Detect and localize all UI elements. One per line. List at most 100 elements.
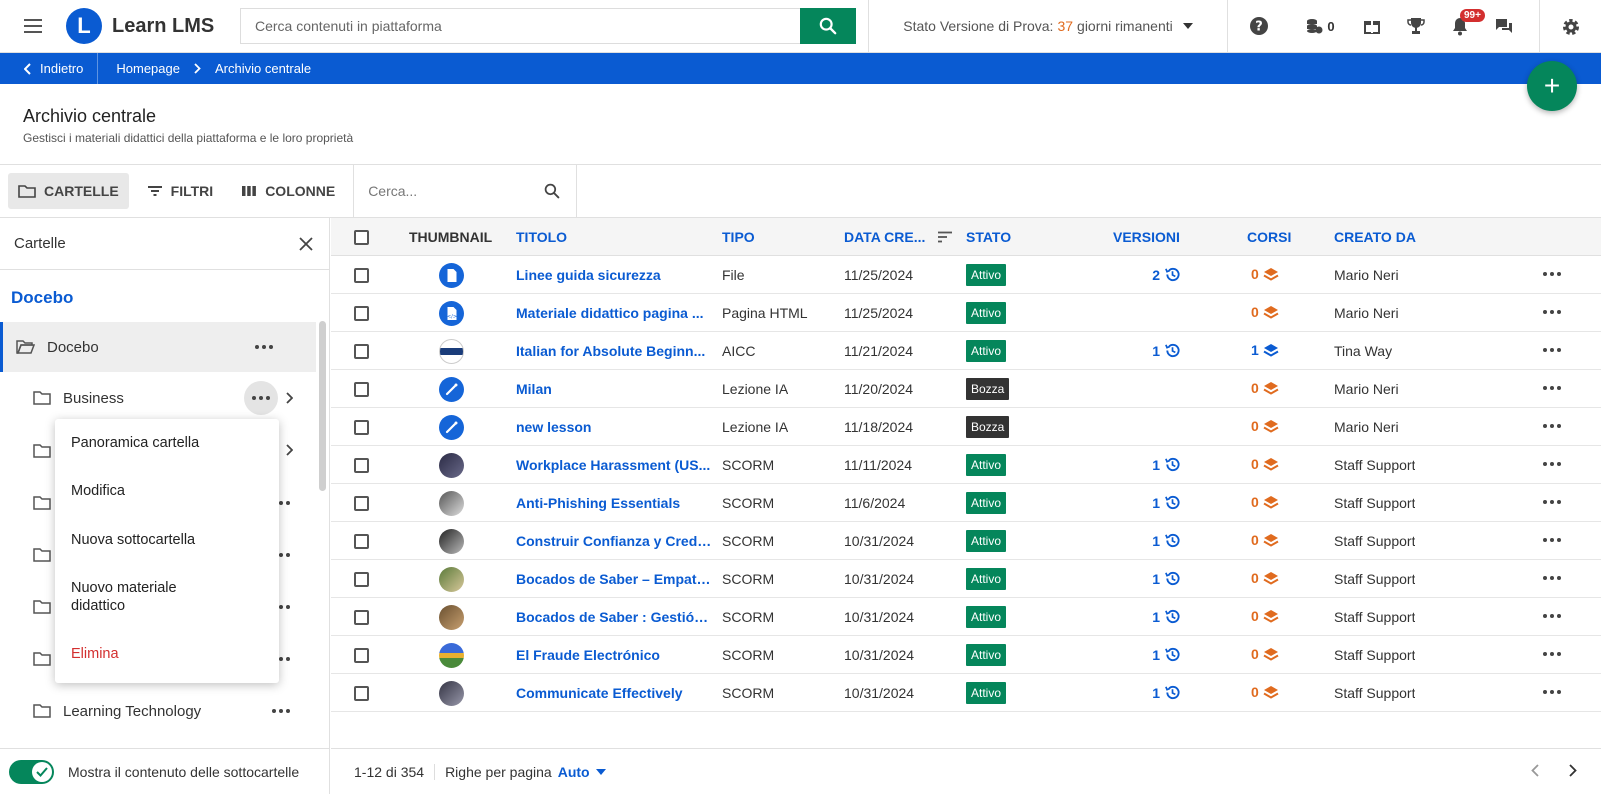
trophy-icon[interactable] — [1394, 0, 1438, 53]
courses-cell[interactable]: 0 — [1251, 304, 1279, 320]
column-type[interactable]: TIPO — [722, 229, 755, 245]
versions-cell[interactable]: 1 — [1152, 646, 1181, 663]
menu-item-delete[interactable]: Elimina — [71, 645, 261, 663]
chat-icon[interactable] — [1482, 0, 1526, 53]
help-icon[interactable]: ? — [1228, 0, 1290, 53]
menu-item-new-training-material[interactable]: Nuovo materiale didattico — [71, 579, 221, 615]
more-icon[interactable] — [247, 330, 281, 364]
more-icon[interactable] — [1543, 614, 1561, 618]
versions-cell[interactable]: 1 — [1152, 494, 1181, 511]
row-checkbox[interactable] — [354, 268, 369, 283]
versions-cell[interactable]: 1 — [1152, 342, 1181, 359]
row-checkbox[interactable] — [354, 496, 369, 511]
table-row[interactable]: Bocados de Saber – Empati... SCORM 10/31… — [331, 560, 1601, 598]
back-button[interactable]: Indietro — [0, 53, 99, 84]
table-row[interactable]: Workplace Harassment (US... SCORM 11/11/… — [331, 446, 1601, 484]
row-title[interactable]: Communicate Effectively — [516, 685, 712, 701]
settings-icon[interactable] — [1539, 0, 1601, 53]
row-title[interactable]: Bocados de Saber : Gestión ... — [516, 609, 712, 625]
versions-cell[interactable]: 1 — [1152, 570, 1181, 587]
table-row[interactable]: Italian for Absolute Beginn... AICC 11/2… — [331, 332, 1601, 370]
row-title[interactable]: Workplace Harassment (US... — [516, 457, 712, 473]
more-icon[interactable] — [1543, 462, 1561, 466]
row-title[interactable]: Anti-Phishing Essentials — [516, 495, 712, 511]
table-row[interactable]: Communicate Effectively SCORM 10/31/2024… — [331, 674, 1601, 712]
folder-item-learning-technology[interactable]: Learning Technology — [0, 686, 316, 736]
courses-cell[interactable]: 0 — [1251, 684, 1279, 700]
menu-item-new-subfolder[interactable]: Nuova sottocartella — [71, 531, 261, 549]
table-search-input[interactable] — [368, 183, 539, 199]
close-icon[interactable] — [299, 236, 313, 251]
notifications-icon[interactable]: 99+ — [1438, 0, 1485, 53]
column-versions[interactable]: VERSIONI — [1113, 229, 1180, 245]
chevron-right-icon[interactable] — [286, 392, 293, 404]
table-row[interactable]: new lesson Lezione IA 11/18/2024 Bozza 0… — [331, 408, 1601, 446]
column-title[interactable]: TITOLO — [516, 229, 567, 245]
coins-widget[interactable]: 0 — [1290, 17, 1350, 35]
row-checkbox[interactable] — [354, 344, 369, 359]
courses-cell[interactable]: 0 — [1251, 380, 1279, 396]
column-date[interactable]: DATA CRE... — [844, 229, 925, 245]
folders-scrollbar[interactable] — [319, 321, 326, 491]
courses-cell[interactable]: 0 — [1251, 570, 1279, 586]
table-row[interactable]: Linee guida sicurezza File 11/25/2024 At… — [331, 256, 1601, 294]
menu-item-edit[interactable]: Modifica — [71, 482, 261, 500]
versions-cell[interactable]: 2 — [1152, 266, 1181, 283]
row-checkbox[interactable] — [354, 572, 369, 587]
rows-per-page-select[interactable]: Auto — [558, 764, 606, 780]
menu-item-folder-overview[interactable]: Panoramica cartella — [71, 434, 261, 452]
breadcrumb-home[interactable]: Homepage — [116, 61, 180, 76]
sort-icon[interactable] — [937, 231, 953, 243]
row-checkbox[interactable] — [354, 458, 369, 473]
more-icon[interactable] — [244, 381, 278, 415]
subfolders-toggle[interactable] — [9, 759, 54, 784]
row-checkbox[interactable] — [354, 686, 369, 701]
row-title[interactable]: Milan — [516, 381, 712, 397]
versions-cell[interactable]: 1 — [1152, 608, 1181, 625]
more-icon[interactable] — [1543, 652, 1561, 656]
search-icon[interactable] — [544, 183, 560, 199]
folder-item-docebo[interactable]: Docebo — [0, 322, 316, 372]
global-search-input[interactable] — [240, 8, 800, 44]
courses-cell[interactable]: 0 — [1251, 532, 1279, 548]
select-all-checkbox[interactable] — [354, 230, 369, 245]
more-icon[interactable] — [1543, 538, 1561, 542]
chevron-left-icon[interactable] — [1531, 764, 1539, 777]
row-title[interactable]: Materiale didattico pagina ... — [516, 305, 712, 321]
chevron-right-icon[interactable] — [1569, 764, 1577, 777]
row-title[interactable]: Linee guida sicurezza — [516, 267, 712, 283]
courses-cell[interactable]: 0 — [1251, 266, 1279, 282]
row-title[interactable]: Bocados de Saber – Empati... — [516, 571, 712, 587]
row-checkbox[interactable] — [354, 648, 369, 663]
columns-button[interactable]: COLONNE — [231, 173, 345, 209]
app-logo[interactable]: L Learn LMS — [66, 8, 240, 44]
menu-icon[interactable] — [0, 0, 66, 53]
versions-cell[interactable]: 1 — [1152, 684, 1181, 701]
more-icon[interactable] — [1543, 310, 1561, 314]
table-row[interactable]: El Fraude Electrónico SCORM 10/31/2024 A… — [331, 636, 1601, 674]
courses-cell[interactable]: 0 — [1251, 494, 1279, 510]
row-checkbox[interactable] — [354, 420, 369, 435]
more-icon[interactable] — [1543, 576, 1561, 580]
row-checkbox[interactable] — [354, 306, 369, 321]
more-icon[interactable] — [264, 694, 298, 728]
column-creator[interactable]: CREATO DA — [1334, 229, 1416, 245]
courses-cell[interactable]: 0 — [1251, 646, 1279, 662]
row-checkbox[interactable] — [354, 610, 369, 625]
trial-status[interactable]: Stato Versione di Prova: 37 giorni riman… — [868, 0, 1228, 53]
row-checkbox[interactable] — [354, 534, 369, 549]
chevron-right-icon[interactable] — [286, 444, 293, 456]
courses-cell[interactable]: 0 — [1251, 418, 1279, 434]
filters-button[interactable]: FILTRI — [137, 173, 224, 209]
row-title[interactable]: Construir Confianza y Credi... — [516, 533, 712, 549]
folders-root[interactable]: Docebo — [0, 270, 329, 326]
more-icon[interactable] — [1543, 690, 1561, 694]
versions-cell[interactable]: 1 — [1152, 532, 1181, 549]
table-row[interactable]: Anti-Phishing Essentials SCORM 11/6/2024… — [331, 484, 1601, 522]
table-row[interactable]: Milan Lezione IA 11/20/2024 Bozza 0 Mari… — [331, 370, 1601, 408]
table-row[interactable]: Construir Confianza y Credi... SCORM 10/… — [331, 522, 1601, 560]
table-row[interactable]: </> Materiale didattico pagina ... Pagin… — [331, 294, 1601, 332]
courses-cell[interactable]: 1 — [1251, 342, 1279, 358]
row-title[interactable]: new lesson — [516, 419, 712, 435]
search-button[interactable] — [800, 8, 856, 44]
